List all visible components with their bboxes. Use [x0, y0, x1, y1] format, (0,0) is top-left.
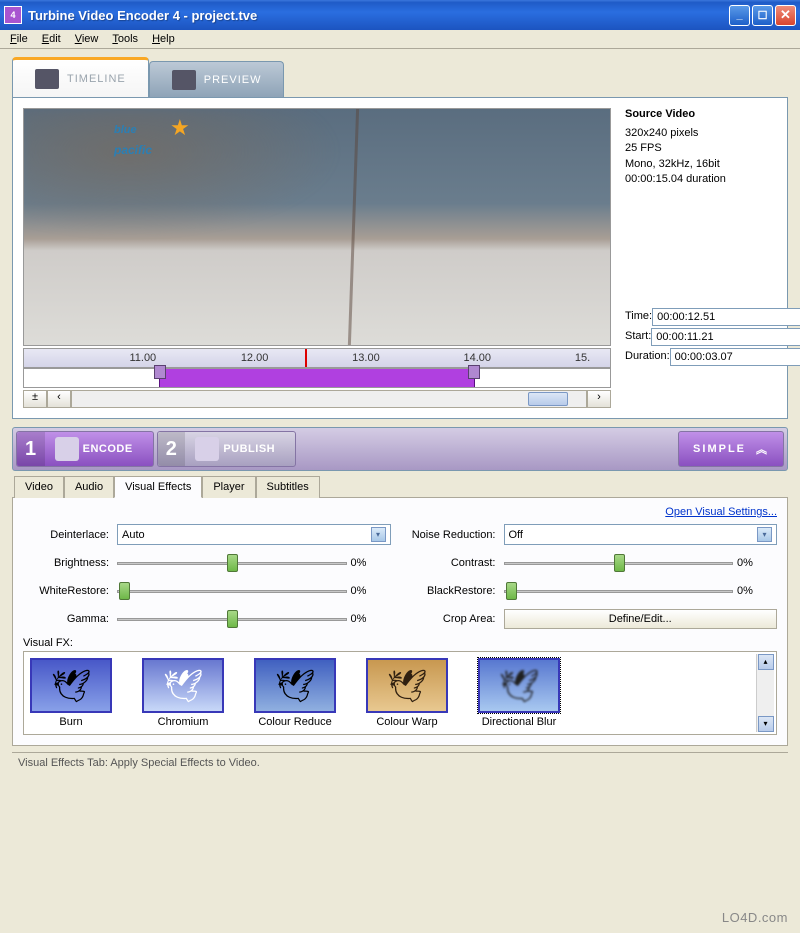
statusbar: Visual Effects Tab: Apply Special Effect…	[12, 752, 788, 773]
range-start-handle[interactable]	[154, 365, 166, 379]
action-bar: 1 ENCODE 2 PUBLISH SIMPLE ︽	[12, 427, 788, 471]
tab-audio[interactable]: Audio	[64, 476, 114, 498]
tab-preview-label: PREVIEW	[204, 74, 262, 86]
chevron-up-icon: ︽	[756, 441, 769, 457]
visualfx-label: Visual FX:	[23, 637, 777, 649]
visualfx-list: 🕊 Burn 🕊 Chromium 🕊 Colour Reduce 🕊 Colo…	[23, 651, 777, 735]
range-end-handle[interactable]	[468, 365, 480, 379]
noise-label: Noise Reduction:	[395, 529, 500, 541]
timeline-scrollbar[interactable]	[71, 390, 587, 408]
fx-directional-blur[interactable]: 🕊 Directional Blur	[478, 658, 560, 728]
deinterlace-dropdown[interactable]: Auto ▾	[117, 524, 391, 545]
settings-panel: Open Visual Settings... Deinterlace: Aut…	[12, 497, 788, 746]
menu-tools[interactable]: Tools	[112, 33, 138, 45]
gears-icon	[55, 437, 79, 461]
encode-button[interactable]: 1 ENCODE	[16, 431, 154, 467]
whiterestore-slider[interactable]	[117, 581, 347, 601]
deinterlace-label: Deinterlace:	[23, 529, 113, 541]
chevron-down-icon: ▾	[371, 527, 386, 542]
menu-help[interactable]: Help	[152, 33, 175, 45]
time-label: Time:	[625, 309, 652, 324]
tab-timeline-label: TIMELINE	[67, 73, 126, 85]
playhead[interactable]	[305, 349, 307, 367]
source-heading: Source Video	[625, 108, 777, 120]
maximize-button[interactable]: ☐	[752, 5, 773, 26]
bluepacific-logo: blue pacific	[114, 117, 152, 159]
black-value: 0%	[737, 585, 777, 597]
menu-file[interactable]: File	[10, 33, 28, 45]
start-input[interactable]	[651, 328, 800, 346]
white-value: 0%	[351, 585, 391, 597]
tab-player[interactable]: Player	[202, 476, 255, 498]
source-dims: 320x240 pixels	[625, 126, 777, 141]
simple-label: SIMPLE	[693, 443, 746, 455]
gamma-slider[interactable]	[117, 609, 347, 629]
contrast-label: Contrast:	[395, 557, 500, 569]
titlebar: 4 Turbine Video Encoder 4 - project.tve …	[0, 0, 800, 30]
fx-burn[interactable]: 🕊 Burn	[30, 658, 112, 728]
tab-subtitles[interactable]: Subtitles	[256, 476, 320, 498]
video-preview: blue pacific ★	[23, 108, 611, 346]
brightness-value: 0%	[351, 557, 391, 569]
timeline-ruler[interactable]: 11.00 12.00 13.00 14.00 15.	[23, 348, 611, 368]
timeline-range[interactable]	[23, 368, 611, 388]
time-input[interactable]	[652, 308, 800, 326]
blackrestore-slider[interactable]	[504, 581, 734, 601]
fx-colour-warp[interactable]: 🕊 Colour Warp	[366, 658, 448, 728]
black-label: BlackRestore:	[395, 585, 500, 597]
contrast-value: 0%	[737, 557, 777, 569]
zoom-button[interactable]: ±	[23, 390, 47, 408]
scrollbar-thumb[interactable]	[528, 392, 568, 406]
scroll-right-button[interactable]: ›	[587, 390, 611, 408]
crop-label: Crop Area:	[395, 613, 500, 625]
tv-icon	[172, 70, 196, 90]
brightness-slider[interactable]	[117, 553, 347, 573]
fx-colour-reduce[interactable]: 🕊 Colour Reduce	[254, 658, 336, 728]
gamma-label: Gamma:	[23, 613, 113, 625]
chevron-down-icon: ▾	[757, 527, 772, 542]
brightness-label: Brightness:	[23, 557, 113, 569]
tab-video[interactable]: Video	[14, 476, 64, 498]
open-visual-settings-link[interactable]: Open Visual Settings...	[665, 506, 777, 518]
noise-dropdown[interactable]: Off ▾	[504, 524, 778, 545]
tab-timeline[interactable]: TIMELINE	[12, 57, 149, 97]
close-button[interactable]: ✕	[775, 5, 796, 26]
encode-label: ENCODE	[83, 443, 133, 455]
simple-button[interactable]: SIMPLE ︽	[678, 431, 784, 467]
window-title: Turbine Video Encoder 4 - project.tve	[28, 8, 729, 23]
white-label: WhiteRestore:	[23, 585, 113, 597]
star-icon: ★	[170, 115, 190, 141]
tab-visual-effects[interactable]: Visual Effects	[114, 476, 202, 498]
save-icon	[195, 437, 219, 461]
watermark: LO4D.com	[722, 910, 788, 925]
duration-label: Duration:	[625, 349, 670, 364]
publish-label: PUBLISH	[223, 443, 275, 455]
tab-preview[interactable]: PREVIEW	[149, 61, 285, 97]
clapperboard-icon	[35, 69, 59, 89]
contrast-slider[interactable]	[504, 553, 734, 573]
source-duration: 00:00:15.04 duration	[625, 172, 777, 187]
menubar: File Edit View Tools Help	[0, 30, 800, 49]
start-label: Start:	[625, 329, 651, 344]
crop-define-button[interactable]: Define/Edit...	[504, 609, 778, 629]
publish-button[interactable]: 2 PUBLISH	[157, 431, 296, 467]
fx-scrollbar[interactable]: ▴ ▾	[756, 654, 774, 732]
scroll-down-button[interactable]: ▾	[758, 716, 774, 732]
source-audio: Mono, 32kHz, 16bit	[625, 157, 777, 172]
scroll-left-button[interactable]: ‹	[47, 390, 71, 408]
gamma-value: 0%	[351, 613, 391, 625]
app-icon: 4	[4, 6, 22, 24]
duration-input[interactable]	[670, 348, 800, 366]
source-fps: 25 FPS	[625, 141, 777, 156]
minimize-button[interactable]: _	[729, 5, 750, 26]
fx-chromium[interactable]: 🕊 Chromium	[142, 658, 224, 728]
scroll-up-button[interactable]: ▴	[758, 654, 774, 670]
menu-view[interactable]: View	[75, 33, 99, 45]
menu-edit[interactable]: Edit	[42, 33, 61, 45]
